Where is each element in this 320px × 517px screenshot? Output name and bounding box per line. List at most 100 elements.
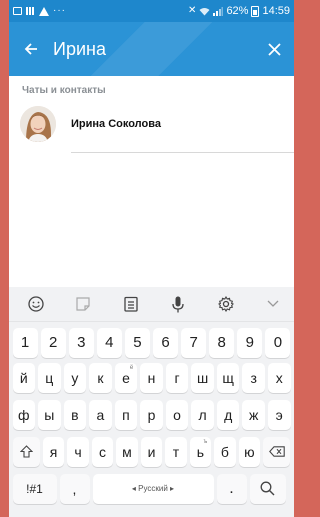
key[interactable]: щ	[216, 362, 240, 393]
key[interactable]: х	[267, 362, 291, 393]
key[interactable]: в	[63, 399, 87, 430]
key-label: ю	[244, 443, 255, 460]
key-label: о	[173, 406, 181, 423]
key[interactable]: р	[140, 399, 163, 430]
key[interactable]: ц	[38, 362, 61, 393]
clipboard-button[interactable]	[118, 291, 144, 317]
clock: 14:59	[262, 5, 290, 17]
key[interactable]: 9	[237, 327, 263, 358]
backspace-icon	[268, 446, 285, 457]
key[interactable]: п	[114, 399, 138, 430]
close-icon	[267, 42, 281, 56]
key[interactable]: э	[267, 399, 291, 430]
key[interactable]: ю	[238, 436, 261, 467]
avatar	[20, 106, 56, 142]
sticker-button[interactable]	[70, 291, 96, 317]
period-key[interactable]: .	[216, 473, 247, 504]
contact-photo	[20, 106, 56, 142]
on-screen-keyboard: 1234 5 6 789 0 йцукеёнгшщзх фывапролджэ ячсм…	[9, 287, 294, 517]
key[interactable]: 1	[12, 327, 38, 358]
key-label: 0	[273, 334, 283, 351]
key-label: ф	[18, 406, 30, 423]
key-label: б	[220, 443, 229, 460]
key-label: ц	[45, 369, 54, 386]
key[interactable]: 5	[124, 327, 150, 358]
key[interactable]: и	[140, 436, 163, 467]
key[interactable]: ш	[191, 362, 214, 393]
number-row: 1 2 3 4 5 6 7 8 9 0	[9, 326, 294, 359]
shift-key[interactable]	[12, 436, 40, 467]
symbols-key[interactable]: !#1	[12, 473, 57, 504]
key[interactable]: г	[165, 362, 189, 393]
key-label: 9	[245, 334, 254, 351]
back-button[interactable]	[9, 22, 53, 76]
keyboard-toolbar	[9, 287, 294, 322]
key[interactable]: л	[191, 399, 214, 430]
gear-icon	[217, 296, 234, 312]
key[interactable]: о	[165, 399, 189, 430]
key[interactable]: ж	[242, 399, 265, 430]
key-label: 6	[161, 334, 170, 351]
status-bar: ··· ✕ 62% 14:59	[9, 0, 294, 22]
key[interactable]: 6	[152, 327, 179, 358]
comma-key[interactable]: ,	[59, 473, 90, 504]
key[interactable]: д	[216, 399, 240, 430]
key-label: ш	[196, 369, 209, 386]
search-input[interactable]: Ирина	[53, 39, 254, 60]
key[interactable]: у	[63, 362, 87, 393]
space-key[interactable]: ◂ Русский ▸	[92, 473, 214, 504]
gallery-notification-icon	[13, 7, 22, 15]
key[interactable]: с	[91, 436, 114, 467]
key-label: 1	[20, 334, 30, 351]
sticker-icon	[76, 297, 90, 311]
key-label: 5	[133, 334, 142, 351]
chevron-down-icon	[267, 300, 279, 307]
key[interactable]: к	[89, 362, 112, 393]
key[interactable]: ч	[67, 436, 89, 467]
letter-row-3: ячсмитьъбю	[9, 433, 294, 470]
battery-percent: 62%	[226, 5, 249, 17]
clear-search-button[interactable]	[254, 22, 294, 76]
key-label: у	[71, 369, 79, 386]
key[interactable]: м	[116, 436, 138, 467]
key-label: э	[275, 406, 283, 423]
key-label: т	[172, 443, 180, 460]
key[interactable]: ф	[12, 399, 36, 430]
key[interactable]: з	[242, 362, 265, 393]
letter-row-2: фывапролджэ	[9, 396, 294, 433]
key[interactable]: я	[42, 436, 65, 467]
key[interactable]: н	[140, 362, 163, 393]
key[interactable]: 7	[181, 327, 207, 358]
key[interactable]: б	[214, 436, 236, 467]
collapse-toolbar-button[interactable]	[260, 291, 286, 317]
microphone-icon	[172, 296, 184, 312]
key[interactable]: 8	[209, 327, 235, 358]
key-label: с	[99, 443, 106, 460]
key[interactable]: а	[89, 399, 112, 430]
key[interactable]: 2	[40, 327, 66, 358]
key[interactable]: 3	[68, 327, 94, 358]
search-key[interactable]	[249, 473, 286, 504]
key[interactable]: её	[114, 362, 138, 393]
key-label: я	[49, 443, 58, 460]
emoji-button[interactable]	[23, 291, 49, 317]
warning-notification-icon	[39, 6, 49, 16]
key[interactable]: ы	[38, 399, 61, 430]
key-label: г	[174, 369, 180, 386]
key-label: 7	[189, 334, 198, 351]
key[interactable]: 4	[96, 327, 122, 358]
contact-result-item[interactable]: Ирина Соколова	[9, 102, 294, 146]
backspace-key[interactable]	[263, 436, 291, 467]
keyboard-settings-button[interactable]	[213, 291, 239, 317]
key-label: п	[122, 406, 130, 423]
key[interactable]: ьъ	[189, 436, 212, 467]
status-icons-left: ···	[13, 6, 66, 16]
key-label: д	[224, 406, 233, 423]
list-divider	[71, 152, 294, 153]
key[interactable]: й	[12, 362, 36, 393]
key[interactable]: 0	[265, 327, 291, 358]
voice-input-button[interactable]	[165, 291, 191, 317]
key[interactable]: т	[165, 436, 187, 467]
key-label: 4	[105, 334, 114, 351]
key-label: в	[71, 406, 79, 423]
